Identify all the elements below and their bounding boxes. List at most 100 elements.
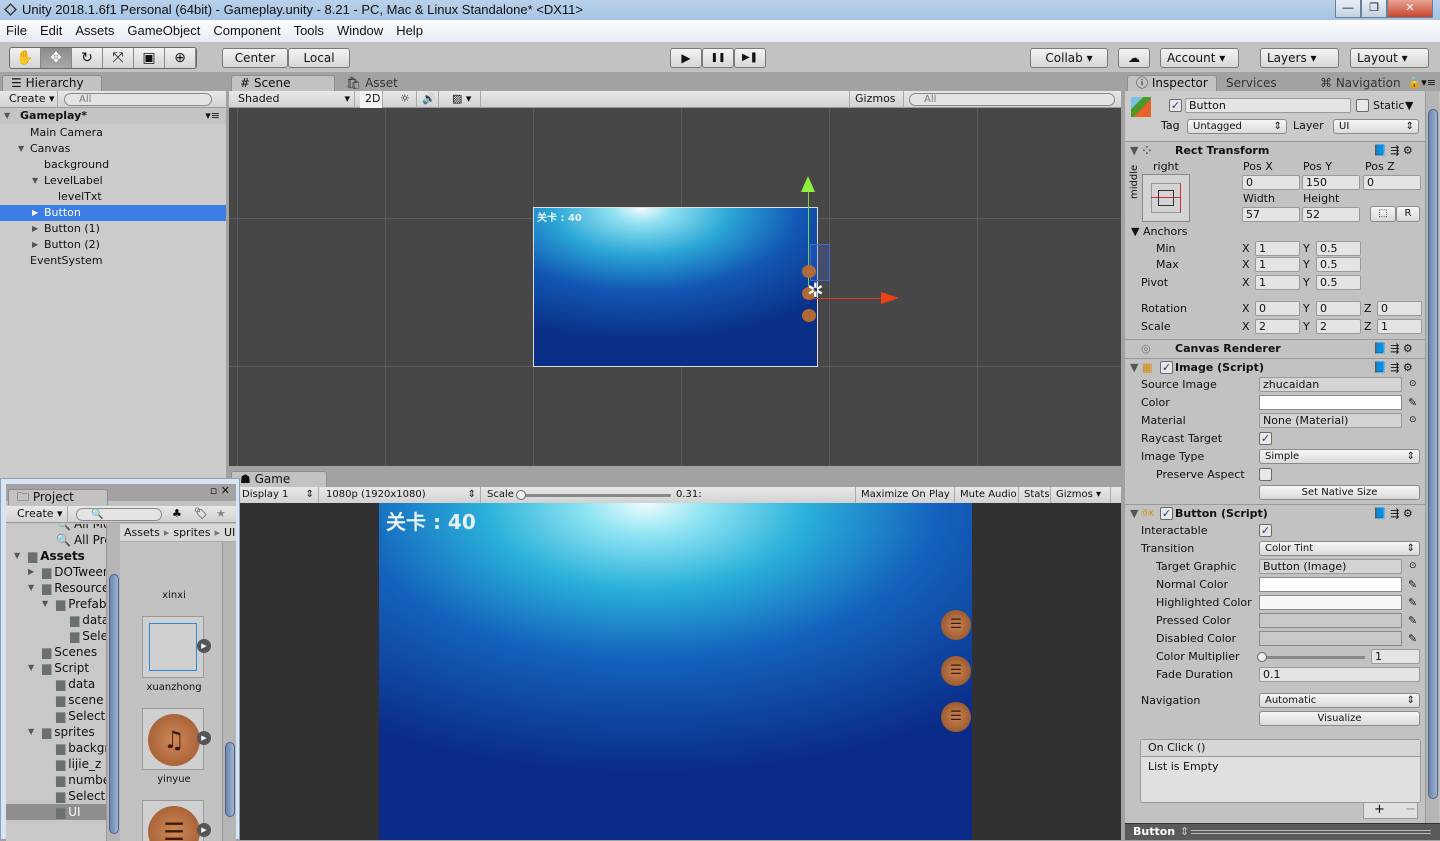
max-x-input[interactable]: 1 bbox=[1255, 257, 1300, 272]
button-component-header[interactable]: ▼ ⓄK ✓ Button (Script) 📘 ⇶ ⚙ bbox=[1125, 504, 1425, 522]
asset-label[interactable]: yinyue bbox=[120, 774, 220, 785]
eyedropper-icon[interactable]: ✎ bbox=[1408, 631, 1417, 646]
favorites-icon[interactable]: ★ bbox=[216, 506, 226, 522]
audio-toggle-icon[interactable]: 🔊 bbox=[417, 91, 439, 108]
target-graphic-picker-icon[interactable]: ⊙ bbox=[1409, 559, 1417, 574]
raycast-target-checkbox[interactable]: ✓ bbox=[1259, 432, 1272, 445]
image-type-dropdown[interactable]: Simple ⇕ bbox=[1259, 449, 1420, 464]
set-native-size-button[interactable]: Set Native Size bbox=[1259, 485, 1420, 500]
pos-x-input[interactable]: 0 bbox=[1242, 175, 1300, 190]
menu-component[interactable]: Component bbox=[213, 20, 280, 42]
hierarchy-item[interactable]: ▶ Button (2) bbox=[0, 237, 226, 253]
project-folder[interactable]: 🔍All Models bbox=[6, 524, 106, 532]
2d-toggle[interactable]: 2D bbox=[360, 91, 383, 108]
button-enabled-checkbox[interactable]: ✓ bbox=[1160, 507, 1173, 520]
mute-audio-toggle[interactable]: Mute Audio bbox=[955, 487, 1019, 504]
game-gizmos-dropdown[interactable]: Gizmos ▾ bbox=[1051, 487, 1111, 504]
material-picker-icon[interactable]: ⊙ bbox=[1409, 413, 1417, 428]
breadcrumb-item[interactable]: UI bbox=[224, 526, 235, 539]
source-image-object-field[interactable]: zhucaidan bbox=[1259, 377, 1402, 392]
navigation-dropdown[interactable]: Automatic ⇕ bbox=[1259, 693, 1420, 708]
blueprint-mode-button[interactable]: ⬚ bbox=[1370, 206, 1396, 222]
game-viewport[interactable]: 关卡 : 40 ☰ ☰ ☰ bbox=[229, 503, 1121, 840]
transition-dropdown[interactable]: Color Tint ⇕ bbox=[1259, 541, 1420, 556]
resolution-dropdown[interactable]: 1080p (1920x1080) ⇕ bbox=[321, 487, 481, 504]
tag-dropdown[interactable]: Untagged ⇕ bbox=[1187, 119, 1287, 134]
layout-dropdown[interactable]: Layout ▾ bbox=[1350, 48, 1429, 68]
hierarchy-item[interactable]: levelTxt bbox=[0, 189, 226, 205]
project-folder[interactable]: ▼ ▆Resources bbox=[6, 580, 106, 596]
tab-navigation[interactable]: ⌘ Navigation bbox=[1311, 75, 1411, 91]
menu-file[interactable]: File bbox=[6, 20, 27, 42]
pivot-handle-icon[interactable]: ✲ bbox=[807, 280, 824, 300]
max-y-input[interactable]: 0.5 bbox=[1316, 257, 1361, 272]
image-component-header[interactable]: ▼ ▦ ✓ Image (Script) 📘 ⇶ ⚙ bbox=[1125, 358, 1425, 376]
move-tool-icon[interactable]: ✥ bbox=[41, 48, 72, 68]
menu-edit[interactable]: Edit bbox=[40, 20, 62, 42]
asset-thumbnail[interactable]: ♫ ▶ bbox=[142, 708, 211, 770]
project-tree-scrollbar[interactable] bbox=[106, 524, 120, 841]
min-x-input[interactable]: 1 bbox=[1255, 241, 1300, 256]
filter-by-type-icon[interactable]: ♣ bbox=[172, 506, 182, 522]
layers-dropdown[interactable]: Layers ▾ bbox=[1260, 48, 1339, 68]
tab-game[interactable]: ☗ Game bbox=[231, 471, 327, 487]
scale-tool-icon[interactable]: ⤧ bbox=[103, 48, 134, 68]
active-checkbox[interactable]: ✓ bbox=[1169, 99, 1182, 112]
maximize-button[interactable]: ❐ bbox=[1361, 0, 1387, 18]
scene-menu-icon[interactable]: ▾≡ bbox=[205, 108, 220, 124]
project-folder[interactable]: ▆ data bbox=[6, 676, 106, 692]
expand-sprite-icon[interactable]: ▶ bbox=[197, 731, 211, 745]
expand-arrow-icon[interactable]: ▼ bbox=[28, 724, 34, 740]
rotation-z-input[interactable]: 0 bbox=[1377, 301, 1422, 316]
anchors-label[interactable]: ▼ Anchors bbox=[1131, 224, 1187, 239]
menu-window[interactable]: Window bbox=[337, 20, 383, 42]
scene-button-2-icon[interactable] bbox=[802, 309, 816, 322]
expand-arrow-icon[interactable]: ▼ bbox=[42, 596, 48, 612]
collab-button[interactable]: Collab ▾ bbox=[1030, 48, 1108, 68]
scale-z-input[interactable]: 1 bbox=[1377, 319, 1422, 334]
hierarchy-create-dropdown[interactable]: Create ▾ bbox=[4, 91, 58, 108]
project-folder[interactable]: ▆Select bbox=[6, 788, 106, 804]
pivot-x-input[interactable]: 1 bbox=[1255, 275, 1300, 290]
raw-edit-button[interactable]: R bbox=[1396, 206, 1420, 222]
project-create-dropdown[interactable]: Create ▾ bbox=[12, 506, 68, 523]
project-folder[interactable]: ▆background bbox=[6, 740, 106, 756]
preview-footer[interactable]: Button ⇕ bbox=[1125, 823, 1440, 840]
menu-gameobject[interactable]: GameObject bbox=[127, 20, 200, 42]
remove-event-button[interactable]: − bbox=[1405, 802, 1416, 817]
project-folder[interactable]: ▆Select bbox=[6, 628, 106, 644]
breadcrumb-item[interactable]: sprites bbox=[173, 526, 210, 539]
scene-search-input[interactable]: All bbox=[909, 93, 1115, 106]
game-menu-button-2-icon[interactable]: ☰ bbox=[941, 702, 971, 732]
hierarchy-item[interactable]: background bbox=[0, 157, 226, 173]
asset-label[interactable]: xinxi bbox=[120, 590, 220, 601]
color-color-field[interactable] bbox=[1259, 395, 1402, 410]
static-dropdown-icon[interactable]: ▼ bbox=[1405, 98, 1413, 113]
image-enabled-checkbox[interactable]: ✓ bbox=[1160, 361, 1173, 374]
pos-y-input[interactable]: 150 bbox=[1302, 175, 1360, 190]
scene-root-row[interactable]: ▼ Gameplay* ▾≡ bbox=[0, 108, 226, 124]
maximize-on-play-toggle[interactable]: Maximize On Play bbox=[855, 487, 955, 504]
hierarchy-item[interactable]: ▼ Canvas bbox=[0, 141, 226, 157]
asset-label[interactable]: xuanzhong bbox=[120, 682, 220, 693]
pivot-local-button[interactable]: Local bbox=[288, 48, 350, 68]
step-button[interactable]: ▶❚ bbox=[734, 48, 766, 68]
menu-assets[interactable]: Assets bbox=[75, 20, 114, 42]
scale-x-input[interactable]: 2 bbox=[1255, 319, 1300, 334]
component-help-icon[interactable]: 📘 ⇶ ⚙ bbox=[1373, 142, 1413, 160]
project-folder[interactable]: ▆number bbox=[6, 772, 106, 788]
rotate-tool-icon[interactable]: ↻ bbox=[72, 48, 103, 68]
hierarchy-search-input[interactable]: All bbox=[64, 93, 212, 106]
project-assets-scrollbar[interactable] bbox=[222, 542, 236, 841]
disabled-color-color-field[interactable] bbox=[1259, 631, 1402, 646]
filter-by-label-icon[interactable]: 🏷 bbox=[194, 506, 208, 522]
project-folder[interactable]: ▼ ▆ Script bbox=[6, 660, 106, 676]
cloud-icon[interactable]: ☁ bbox=[1118, 48, 1150, 68]
tab-asset-store[interactable]: 🛍 Asset Store bbox=[337, 75, 441, 105]
expand-arrow-icon[interactable]: ▶ bbox=[32, 221, 38, 237]
fade-duration-input[interactable]: 0.1 bbox=[1259, 667, 1420, 682]
expand-arrow-icon[interactable]: ▼ bbox=[14, 548, 20, 564]
inspector-lock-icon[interactable]: 🔒▾≡ bbox=[1408, 76, 1436, 89]
hierarchy-item[interactable]: EventSystem bbox=[0, 253, 226, 269]
expand-arrow-icon[interactable]: ▼ bbox=[32, 173, 38, 189]
